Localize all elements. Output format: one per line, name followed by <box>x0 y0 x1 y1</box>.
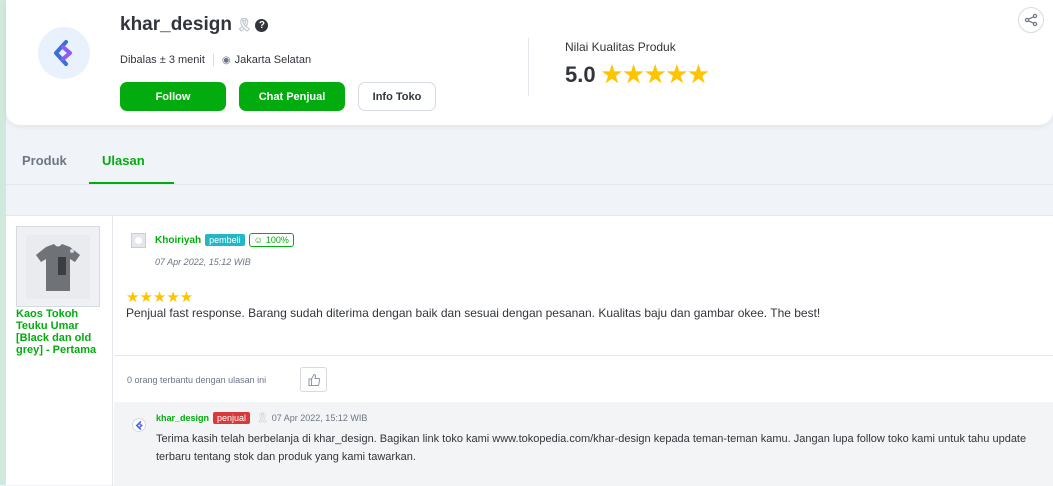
review-stars: ★★★★★ <box>126 289 194 306</box>
shop-meta: Dibalas ± 3 menit ◉ Jakarta Selatan <box>120 54 311 66</box>
thumbs-up-icon <box>308 373 320 386</box>
quality-score: 5.0 <box>565 61 596 87</box>
reply-text: Terima kasih telah berbelanja di khar_de… <box>156 433 1027 463</box>
shop-tabs: Produk Ulasan <box>6 133 1053 185</box>
share-icon <box>1024 13 1038 27</box>
helpful-count: 0 orang terbantu dengan ulasan ini <box>127 375 267 385</box>
shop-name-row: khar_design 🎗 ? <box>120 14 269 36</box>
seller-badge: penjual <box>213 412 251 424</box>
product-thumbnail[interactable] <box>16 226 100 307</box>
tab-ulasan[interactable]: Ulasan <box>102 153 145 168</box>
seller-tier-badge-icon: 🎗 <box>256 412 269 424</box>
review-product-column: Kaos Tokoh Teuku Umar [Black dan old gre… <box>6 216 113 486</box>
tabs-divider <box>6 184 1053 185</box>
shop-header: khar_design 🎗 ? Dibalas ± 3 menit ◉ Jaka… <box>6 0 1053 125</box>
location-pin-icon: ◉ <box>221 54 231 66</box>
shop-tier-badge-icon[interactable]: 🎗 <box>236 17 253 33</box>
reviewer-row: Khoiriyah pembeli ☺ 100% <box>155 233 294 247</box>
helpful-divider <box>114 355 1053 356</box>
review-card: Kaos Tokoh Teuku Umar [Black dan old gre… <box>6 215 1053 486</box>
quality-stars: ★★★★★ <box>601 61 710 87</box>
reviewer-name[interactable]: Khoiriyah <box>155 235 201 246</box>
shop-name[interactable]: khar_design <box>120 14 232 36</box>
shop-info-button[interactable]: Info Toko <box>358 82 436 111</box>
review-date: 07 Apr 2022, 15:12 WIB <box>155 257 251 267</box>
seller-reply: khar_design penjual 🎗 07 Apr 2022, 15:12… <box>114 402 1053 486</box>
reply-header: khar_design penjual 🎗 07 Apr 2022, 15:12… <box>156 412 367 424</box>
seller-avatar <box>132 418 146 432</box>
help-icon[interactable]: ? <box>255 18 269 32</box>
quality-label: Nilai Kualitas Produk <box>565 40 676 54</box>
shop-logo-icon <box>54 40 72 66</box>
shop-location: Jakarta Selatan <box>234 54 312 66</box>
satisfaction-badge: ☺ 100% <box>248 233 294 247</box>
tshirt-image <box>26 234 90 299</box>
share-button[interactable] <box>1018 7 1044 33</box>
tab-produk[interactable]: Produk <box>22 153 67 168</box>
reply-date: 07 Apr 2022, 15:12 WIB <box>271 413 368 423</box>
review-text: Penjual fast response. Barang sudah dite… <box>126 306 821 320</box>
seller-logo-icon <box>135 420 143 430</box>
follow-button[interactable]: Follow <box>120 82 226 111</box>
helpful-button[interactable] <box>300 367 327 392</box>
chat-seller-button[interactable]: Chat Penjual <box>239 82 345 111</box>
shop-logo[interactable] <box>38 27 90 79</box>
meta-divider <box>212 54 214 66</box>
header-divider <box>528 38 529 96</box>
quality-score-row: 5.0 ★★★★★ <box>565 61 710 88</box>
product-name-link[interactable]: Kaos Tokoh Teuku Umar [Black dan old gre… <box>16 308 108 356</box>
satisfaction-value: 100% <box>265 235 289 245</box>
seller-name[interactable]: khar_design <box>156 413 209 423</box>
buyer-badge: pembeli <box>205 234 245 246</box>
smile-icon: ☺ <box>253 235 263 245</box>
reviewer-avatar <box>131 233 146 248</box>
response-time: Dibalas ± 3 menit <box>120 54 205 66</box>
